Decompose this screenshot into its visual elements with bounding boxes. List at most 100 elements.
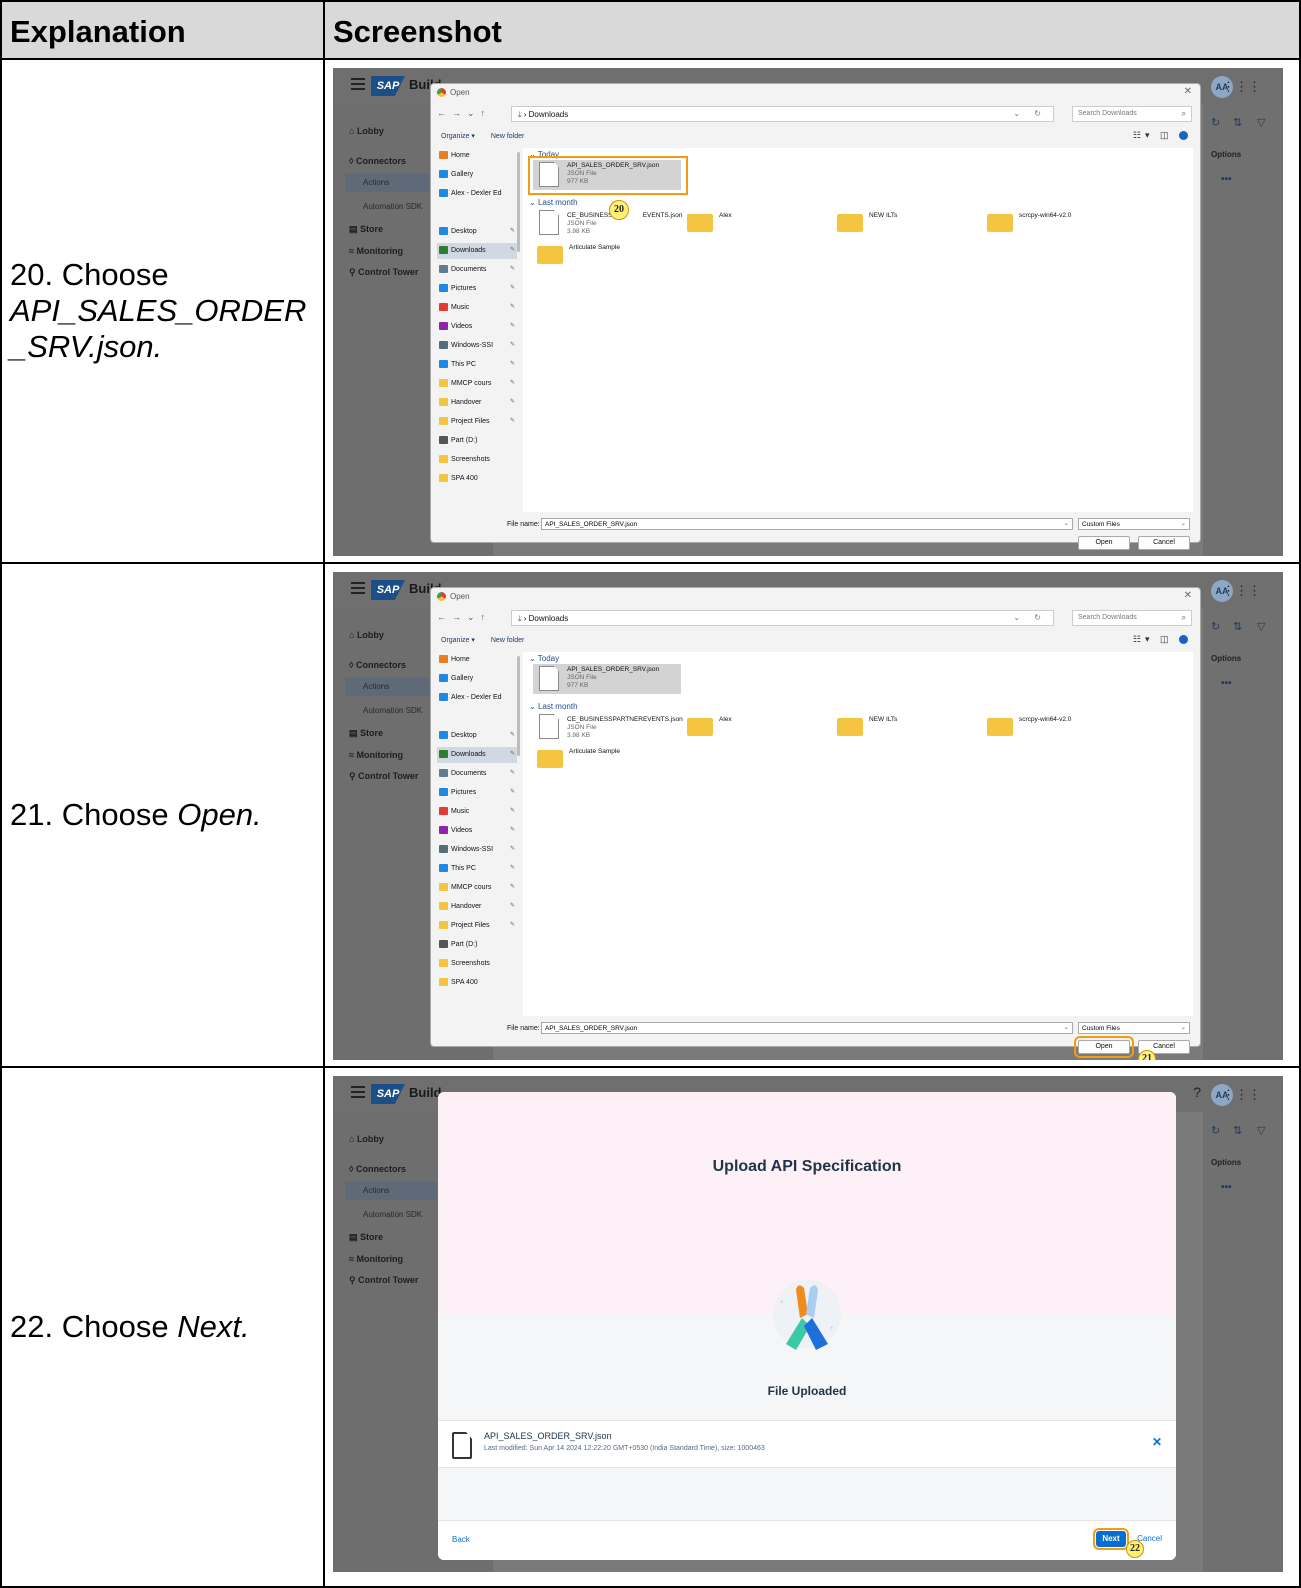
tree-item[interactable]: Pictures ✎	[437, 785, 517, 801]
tree-item[interactable]: MMCP cours ✎	[437, 880, 517, 896]
nav-lobby[interactable]: ⌂ Lobby	[349, 1134, 384, 1144]
nav-monitoring[interactable]: ≈ Monitoring	[349, 1254, 403, 1264]
tree-item[interactable]: Alex - Dexler Ed	[437, 690, 517, 706]
tree-item[interactable]: Gallery	[437, 671, 517, 687]
group-last-month[interactable]: ⌄ Last month	[529, 198, 578, 207]
folder-articulate-sample[interactable]: Articulate Sample	[537, 746, 647, 772]
nav-control-tower[interactable]: ⚲ Control Tower	[349, 1275, 418, 1286]
apps-grid-icon[interactable]: ⋮⋮⋮	[1222, 1087, 1261, 1103]
tree-item[interactable]: Desktop ✎	[437, 224, 517, 240]
nav-automation-sdk[interactable]: Automation SDK	[363, 1210, 422, 1219]
apps-grid-icon[interactable]: ⋮⋮⋮	[1222, 79, 1261, 95]
search-input[interactable]: Search Downloads ⌕	[1072, 106, 1192, 122]
tree-item[interactable]: SPA 400	[437, 975, 517, 991]
tree-scrollbar[interactable]	[517, 152, 520, 252]
tree-item[interactable]: Home	[437, 652, 517, 668]
nav-control-tower[interactable]: ⚲ Control Tower	[349, 771, 418, 782]
file-type-select[interactable]: Custom Files ⌄	[1078, 518, 1190, 530]
group-today[interactable]: ⌄ Today	[529, 654, 559, 663]
nav-lobby[interactable]: ⌂ Lobby	[349, 630, 384, 640]
nav-actions[interactable]: Actions	[363, 1186, 389, 1195]
tree-item[interactable]: Pictures ✎	[437, 281, 517, 297]
new-folder-button[interactable]: New folder	[491, 637, 524, 644]
file-type-select[interactable]: Custom Files ⌄	[1078, 1022, 1190, 1034]
tree-item[interactable]: Documents ✎	[437, 262, 517, 278]
nav-automation-sdk[interactable]: Automation SDK	[363, 706, 422, 715]
nav-monitoring[interactable]: ≈ Monitoring	[349, 246, 403, 256]
refresh-icon[interactable]: ↻	[1211, 116, 1220, 129]
folder-alex[interactable]: Alex	[687, 210, 777, 236]
nav-monitoring[interactable]: ≈ Monitoring	[349, 750, 403, 760]
options-menu-icon[interactable]: •••	[1221, 678, 1232, 689]
tree-item[interactable]: Home	[437, 148, 517, 164]
nav-connectors[interactable]: ◊ Connectors	[349, 1164, 406, 1174]
menu-icon[interactable]	[351, 1086, 365, 1088]
folder-alex[interactable]: Alex	[687, 714, 777, 740]
remove-file-icon[interactable]: ✕	[1152, 1435, 1162, 1449]
next-button[interactable]: Next	[1093, 1528, 1129, 1550]
folder-new-ilts[interactable]: NEW ILTs	[837, 210, 927, 236]
sort-icon[interactable]: ⇅	[1233, 1124, 1242, 1137]
menu-icon[interactable]	[351, 78, 365, 80]
tree-item[interactable]: Windows-SSI ✎	[437, 842, 517, 858]
nav-actions[interactable]: Actions	[363, 682, 389, 691]
close-icon[interactable]: ✕	[1184, 86, 1192, 97]
tree-item[interactable]: Part (D:)	[437, 937, 517, 953]
tree-item[interactable]: Music ✎	[437, 804, 517, 820]
close-icon[interactable]: ✕	[1184, 590, 1192, 601]
tree-item[interactable]: Downloads ✎	[437, 243, 517, 259]
folder-scrcpy[interactable]: scrcpy-win64-v2.0	[987, 714, 1097, 740]
tree-item[interactable]: Desktop ✎	[437, 728, 517, 744]
tree-item[interactable]: Alex - Dexler Ed	[437, 186, 517, 202]
tree-item[interactable]: Part (D:)	[437, 433, 517, 449]
refresh-icon[interactable]: ↻	[1211, 620, 1220, 633]
tree-item[interactable]: This PC ✎	[437, 357, 517, 373]
open-button[interactable]: Open	[1078, 536, 1130, 550]
file-ce-business-partner[interactable]: CE_BUSINESSPARTNEREVENTS.json JSON File 3.…	[539, 714, 689, 744]
nav-control-tower[interactable]: ⚲ Control Tower	[349, 267, 418, 278]
tree-item[interactable]: Downloads ✎	[437, 747, 517, 763]
sort-icon[interactable]: ⇅	[1233, 116, 1242, 129]
nav-lobby[interactable]: ⌂ Lobby	[349, 126, 384, 136]
search-input[interactable]: Search Downloads ⌕	[1072, 610, 1192, 626]
tree-item[interactable]: Screenshots	[437, 452, 517, 468]
tree-item[interactable]: Screenshots	[437, 956, 517, 972]
folder-scrcpy[interactable]: scrcpy-win64-v2.0	[987, 210, 1097, 236]
options-menu-icon[interactable]: •••	[1221, 174, 1232, 185]
cancel-button[interactable]: Cancel	[1138, 536, 1190, 550]
tree-item[interactable]: Handover ✎	[437, 395, 517, 411]
tree-item[interactable]: Documents ✎	[437, 766, 517, 782]
organize-button[interactable]: Organize ▾	[441, 637, 475, 644]
tree-item[interactable]: Handover ✎	[437, 899, 517, 915]
view-controls[interactable]: ☷▾ ◫	[1133, 130, 1188, 141]
sort-icon[interactable]: ⇅	[1233, 620, 1242, 633]
file-api-sales-order[interactable]: API_SALES_ORDER_SRV.json JSON File 977 KB	[533, 664, 681, 694]
tree-item[interactable]: Videos ✎	[437, 823, 517, 839]
back-button[interactable]: Back	[452, 1535, 470, 1544]
tree-item[interactable]: This PC ✎	[437, 861, 517, 877]
menu-icon[interactable]	[351, 582, 365, 584]
filter-icon[interactable]: ▽	[1257, 116, 1265, 129]
nav-automation-sdk[interactable]: Automation SDK	[363, 202, 422, 211]
organize-button[interactable]: Organize ▾	[441, 133, 475, 140]
group-last-month[interactable]: ⌄ Last month	[529, 702, 578, 711]
folder-articulate-sample[interactable]: Articulate Sample	[537, 242, 647, 268]
nav-store[interactable]: ▤ Store	[349, 1232, 383, 1243]
help-icon[interactable]: ?	[1193, 1084, 1201, 1100]
tree-item[interactable]: Project Files ✎	[437, 918, 517, 934]
tree-scrollbar[interactable]	[517, 656, 520, 756]
folder-new-ilts[interactable]: NEW ILTs	[837, 714, 927, 740]
filter-icon[interactable]: ▽	[1257, 1124, 1265, 1137]
view-controls[interactable]: ☷▾ ◫	[1133, 634, 1188, 645]
nav-connectors[interactable]: ◊ Connectors	[349, 660, 406, 670]
nav-actions[interactable]: Actions	[363, 178, 389, 187]
tree-item[interactable]: Project Files ✎	[437, 414, 517, 430]
nav-store[interactable]: ▤ Store	[349, 224, 383, 235]
refresh-icon[interactable]: ↻	[1211, 1124, 1220, 1137]
nav-arrows[interactable]: ←→⌄↑	[437, 612, 491, 623]
tree-item[interactable]: MMCP cours ✎	[437, 376, 517, 392]
tree-item[interactable]: SPA 400	[437, 471, 517, 487]
tree-item[interactable]: Music ✎	[437, 300, 517, 316]
nav-connectors[interactable]: ◊ Connectors	[349, 156, 406, 166]
tree-item[interactable]: Windows-SSI ✎	[437, 338, 517, 354]
